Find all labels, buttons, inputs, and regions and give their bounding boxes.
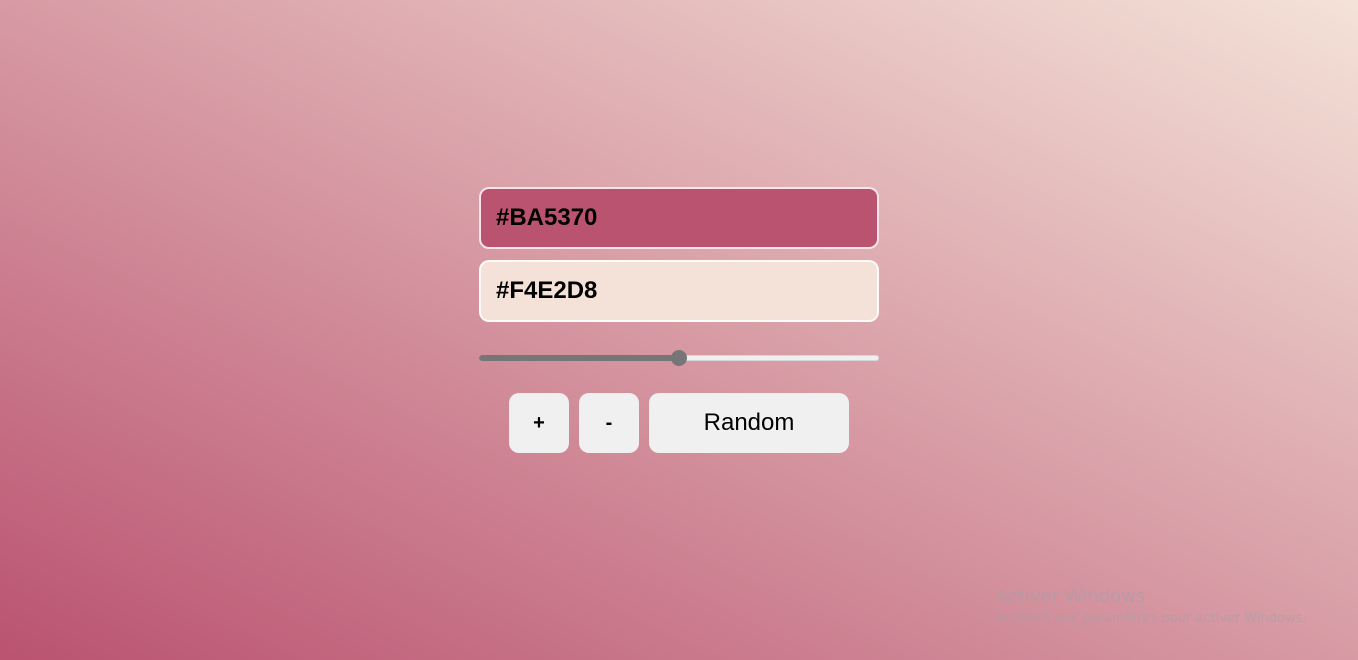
- minus-button[interactable]: -: [579, 393, 639, 453]
- plus-button[interactable]: +: [509, 393, 569, 453]
- slider-thumb[interactable]: [671, 350, 687, 366]
- windows-activation-watermark: Activer Windows Accédez aux paramètres p…: [996, 586, 1307, 630]
- random-button[interactable]: Random: [649, 393, 849, 453]
- color-input-1[interactable]: [479, 187, 879, 249]
- gradient-slider[interactable]: [479, 348, 879, 368]
- slider-fill: [479, 355, 679, 361]
- color-input-2[interactable]: [479, 260, 879, 322]
- watermark-title: Activer Windows: [996, 586, 1146, 607]
- watermark-subtitle: Accédez aux paramètres pour activer Wind…: [996, 611, 1307, 626]
